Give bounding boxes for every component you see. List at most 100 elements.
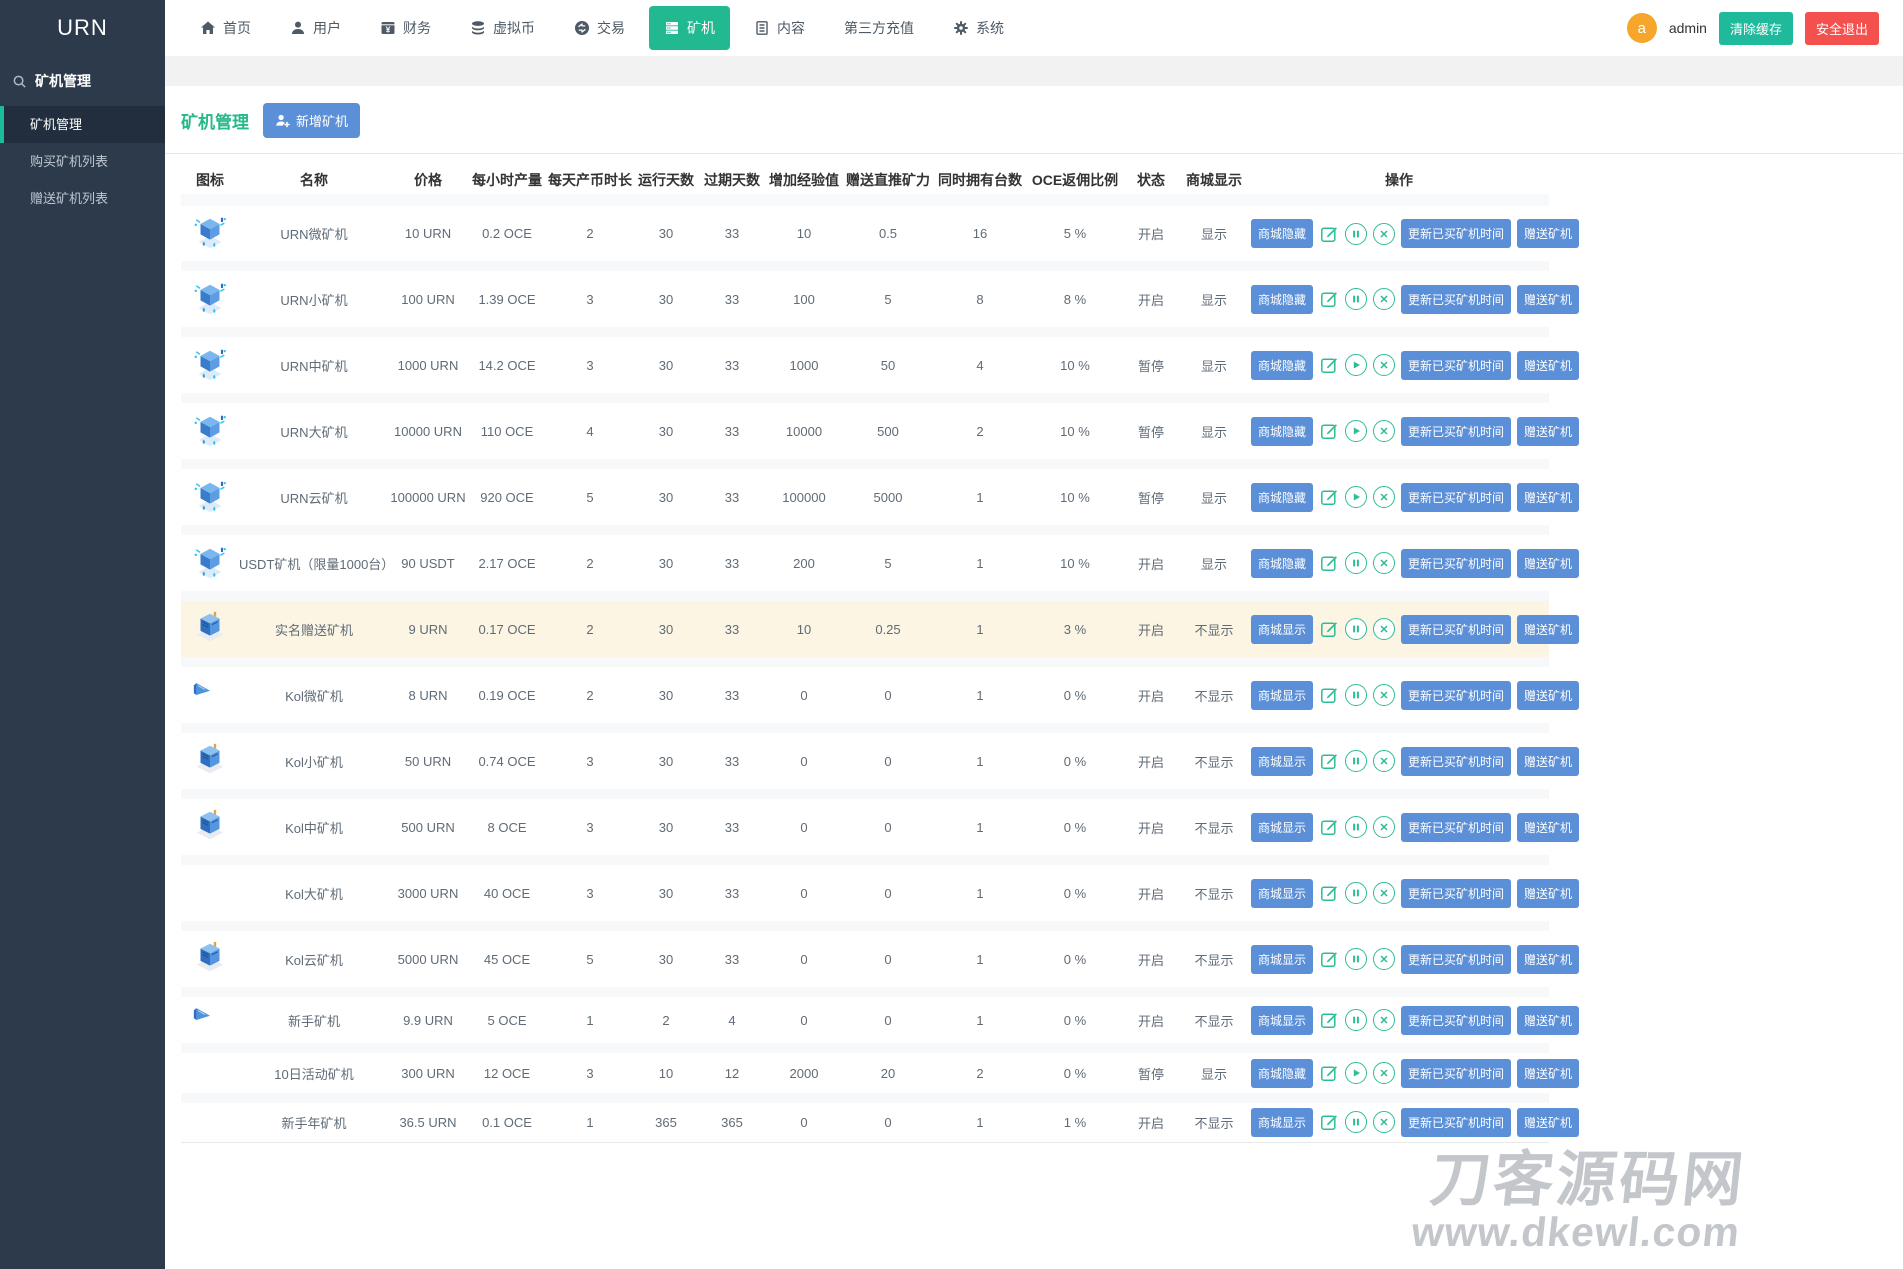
edit-icon[interactable] [1319, 751, 1339, 771]
shop-toggle-button[interactable]: 商城隐藏 [1251, 1059, 1313, 1088]
nav-item[interactable]: 矿机 [649, 6, 730, 50]
edit-icon[interactable] [1319, 685, 1339, 705]
nav-item[interactable]: 第三方充值 [829, 6, 929, 50]
shop-toggle-button[interactable]: 商城显示 [1251, 1006, 1313, 1035]
edit-icon[interactable] [1319, 949, 1339, 969]
gift-miner-button[interactable]: 赠送矿机 [1517, 1108, 1579, 1137]
update-time-button[interactable]: 更新已买矿机时间 [1401, 1108, 1511, 1137]
close-icon[interactable] [1373, 420, 1395, 442]
edit-icon[interactable] [1319, 883, 1339, 903]
gift-miner-button[interactable]: 赠送矿机 [1517, 483, 1579, 512]
add-miner-button[interactable]: 新增矿机 [263, 103, 360, 138]
play-icon[interactable] [1345, 486, 1367, 508]
close-icon[interactable] [1373, 1009, 1395, 1031]
update-time-button[interactable]: 更新已买矿机时间 [1401, 285, 1511, 314]
gift-miner-button[interactable]: 赠送矿机 [1517, 813, 1579, 842]
shop-toggle-button[interactable]: 商城隐藏 [1251, 285, 1313, 314]
nav-item[interactable]: 首页 [185, 6, 266, 50]
update-time-button[interactable]: 更新已买矿机时间 [1401, 351, 1511, 380]
pause-icon[interactable] [1345, 1111, 1367, 1133]
edit-icon[interactable] [1319, 817, 1339, 837]
pause-icon[interactable] [1345, 552, 1367, 574]
shop-toggle-button[interactable]: 商城显示 [1251, 1108, 1313, 1137]
edit-icon[interactable] [1319, 619, 1339, 639]
pause-icon[interactable] [1345, 223, 1367, 245]
play-icon[interactable] [1345, 1062, 1367, 1084]
close-icon[interactable] [1373, 354, 1395, 376]
shop-toggle-button[interactable]: 商城显示 [1251, 615, 1313, 644]
nav-item[interactable]: 内容 [739, 6, 820, 50]
close-icon[interactable] [1373, 1111, 1395, 1133]
nav-item[interactable]: 用户 [275, 6, 356, 50]
gift-miner-button[interactable]: 赠送矿机 [1517, 681, 1579, 710]
pause-icon[interactable] [1345, 750, 1367, 772]
shop-toggle-button[interactable]: 商城显示 [1251, 879, 1313, 908]
update-time-button[interactable]: 更新已买矿机时间 [1401, 879, 1511, 908]
shop-toggle-button[interactable]: 商城隐藏 [1251, 549, 1313, 578]
close-icon[interactable] [1373, 618, 1395, 640]
play-icon[interactable] [1345, 354, 1367, 376]
update-time-button[interactable]: 更新已买矿机时间 [1401, 945, 1511, 974]
update-time-button[interactable]: 更新已买矿机时间 [1401, 1006, 1511, 1035]
gift-miner-button[interactable]: 赠送矿机 [1517, 747, 1579, 776]
edit-icon[interactable] [1319, 1063, 1339, 1083]
gift-miner-button[interactable]: 赠送矿机 [1517, 615, 1579, 644]
pause-icon[interactable] [1345, 684, 1367, 706]
nav-item[interactable]: 交易 [559, 6, 640, 50]
update-time-button[interactable]: 更新已买矿机时间 [1401, 417, 1511, 446]
shop-toggle-button[interactable]: 商城显示 [1251, 747, 1313, 776]
update-time-button[interactable]: 更新已买矿机时间 [1401, 813, 1511, 842]
pause-icon[interactable] [1345, 816, 1367, 838]
nav-item[interactable]: 系统 [938, 6, 1019, 50]
gift-miner-button[interactable]: 赠送矿机 [1517, 351, 1579, 380]
update-time-button[interactable]: 更新已买矿机时间 [1401, 681, 1511, 710]
close-icon[interactable] [1373, 288, 1395, 310]
sidebar-item[interactable]: 购买矿机列表 [0, 143, 165, 180]
gift-miner-button[interactable]: 赠送矿机 [1517, 417, 1579, 446]
update-time-button[interactable]: 更新已买矿机时间 [1401, 747, 1511, 776]
gift-miner-button[interactable]: 赠送矿机 [1517, 1006, 1579, 1035]
edit-icon[interactable] [1319, 224, 1339, 244]
nav-item[interactable]: 虚拟币 [455, 6, 550, 50]
edit-icon[interactable] [1319, 289, 1339, 309]
edit-icon[interactable] [1319, 355, 1339, 375]
gift-miner-button[interactable]: 赠送矿机 [1517, 285, 1579, 314]
edit-icon[interactable] [1319, 553, 1339, 573]
update-time-button[interactable]: 更新已买矿机时间 [1401, 219, 1511, 248]
close-icon[interactable] [1373, 1062, 1395, 1084]
gift-miner-button[interactable]: 赠送矿机 [1517, 549, 1579, 578]
update-time-button[interactable]: 更新已买矿机时间 [1401, 549, 1511, 578]
edit-icon[interactable] [1319, 1010, 1339, 1030]
pause-icon[interactable] [1345, 882, 1367, 904]
edit-icon[interactable] [1319, 487, 1339, 507]
gift-miner-button[interactable]: 赠送矿机 [1517, 219, 1579, 248]
close-icon[interactable] [1373, 552, 1395, 574]
gift-miner-button[interactable]: 赠送矿机 [1517, 945, 1579, 974]
close-icon[interactable] [1373, 223, 1395, 245]
shop-toggle-button[interactable]: 商城隐藏 [1251, 417, 1313, 446]
clear-cache-button[interactable]: 清除缓存 [1719, 12, 1793, 45]
update-time-button[interactable]: 更新已买矿机时间 [1401, 615, 1511, 644]
shop-toggle-button[interactable]: 商城隐藏 [1251, 219, 1313, 248]
close-icon[interactable] [1373, 882, 1395, 904]
shop-toggle-button[interactable]: 商城显示 [1251, 813, 1313, 842]
play-icon[interactable] [1345, 420, 1367, 442]
pause-icon[interactable] [1345, 618, 1367, 640]
nav-item[interactable]: ¥财务 [365, 6, 446, 50]
close-icon[interactable] [1373, 486, 1395, 508]
pause-icon[interactable] [1345, 288, 1367, 310]
edit-icon[interactable] [1319, 421, 1339, 441]
logout-button[interactable]: 安全退出 [1805, 12, 1879, 45]
shop-toggle-button[interactable]: 商城显示 [1251, 945, 1313, 974]
update-time-button[interactable]: 更新已买矿机时间 [1401, 1059, 1511, 1088]
pause-icon[interactable] [1345, 1009, 1367, 1031]
pause-icon[interactable] [1345, 948, 1367, 970]
gift-miner-button[interactable]: 赠送矿机 [1517, 1059, 1579, 1088]
sidebar-section-header[interactable]: 矿机管理 [0, 56, 165, 106]
close-icon[interactable] [1373, 816, 1395, 838]
close-icon[interactable] [1373, 684, 1395, 706]
close-icon[interactable] [1373, 750, 1395, 772]
sidebar-item[interactable]: 赠送矿机列表 [0, 180, 165, 217]
shop-toggle-button[interactable]: 商城隐藏 [1251, 351, 1313, 380]
close-icon[interactable] [1373, 948, 1395, 970]
